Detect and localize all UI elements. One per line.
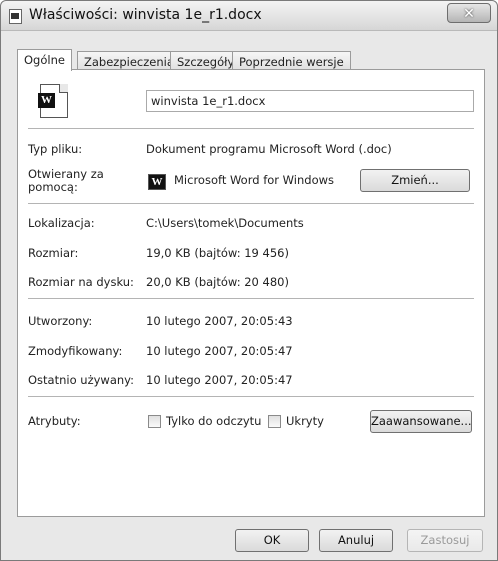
created-value: 10 lutego 2007, 20:05:43 xyxy=(146,314,293,328)
size-label: Rozmiar: xyxy=(28,246,79,260)
title-bar[interactable]: Właściwości: winvista 1e_r1.docx ✕ xyxy=(1,1,497,31)
hidden-checkbox[interactable] xyxy=(268,415,281,428)
filename-input[interactable]: winvista 1e_r1.docx xyxy=(146,90,474,112)
attributes-label: Atrybuty: xyxy=(28,414,81,428)
tab-general[interactable]: Ogólne xyxy=(17,49,72,71)
accessed-value: 10 lutego 2007, 20:05:47 xyxy=(146,373,293,387)
modified-value: 10 lutego 2007, 20:05:47 xyxy=(146,344,293,358)
general-panel: W winvista 1e_r1.docx Typ pliku: Dokumen… xyxy=(17,69,485,517)
tab-security[interactable]: Zabezpieczenia xyxy=(77,51,181,70)
size-on-disk-value: 20,0 KB (bajtów: 20 480) xyxy=(146,275,289,289)
size-on-disk-label: Rozmiar na dysku: xyxy=(28,275,134,289)
readonly-label: Tylko do odczytu xyxy=(166,414,262,428)
ok-button[interactable]: OK xyxy=(235,529,309,552)
created-label: Utworzony: xyxy=(28,314,93,328)
opens-with-label: Otwierany za pomocą: xyxy=(28,167,104,194)
close-button[interactable]: ✕ xyxy=(447,3,491,23)
separator xyxy=(28,396,474,397)
accessed-label: Ostatnio używany: xyxy=(28,373,134,387)
location-label: Lokalizacja: xyxy=(28,216,95,230)
readonly-checkbox[interactable] xyxy=(148,415,161,428)
word-app-icon: W xyxy=(148,174,166,190)
hidden-label: Ukryty xyxy=(286,414,324,428)
properties-window: Właściwości: winvista 1e_r1.docx ✕ Ogóln… xyxy=(0,0,498,561)
separator xyxy=(28,128,474,129)
cancel-button[interactable]: Anuluj xyxy=(319,529,393,552)
modified-label: Zmodyfikowany: xyxy=(28,344,123,358)
file-type-value: Dokument programu Microsoft Word (.doc) xyxy=(146,142,392,156)
location-value: C:\Users\tomek\Documents xyxy=(146,216,304,230)
separator xyxy=(28,203,474,204)
tab-details[interactable]: Szczegóły xyxy=(170,51,242,70)
word-document-icon: W xyxy=(38,84,68,118)
file-type-label: Typ pliku: xyxy=(28,142,83,156)
apply-button[interactable]: Zastosuj xyxy=(407,529,483,552)
separator xyxy=(28,298,474,299)
advanced-button[interactable]: Zaawansowane... xyxy=(370,410,472,433)
size-value: 19,0 KB (bajtów: 19 456) xyxy=(146,246,289,260)
document-icon xyxy=(9,9,22,24)
change-button[interactable]: Zmień... xyxy=(360,169,470,192)
window-title: Właściwości: winvista 1e_r1.docx xyxy=(29,7,262,23)
tab-previous-versions[interactable]: Poprzednie wersje xyxy=(232,51,351,70)
opens-with-value: Microsoft Word for Windows xyxy=(174,173,335,187)
